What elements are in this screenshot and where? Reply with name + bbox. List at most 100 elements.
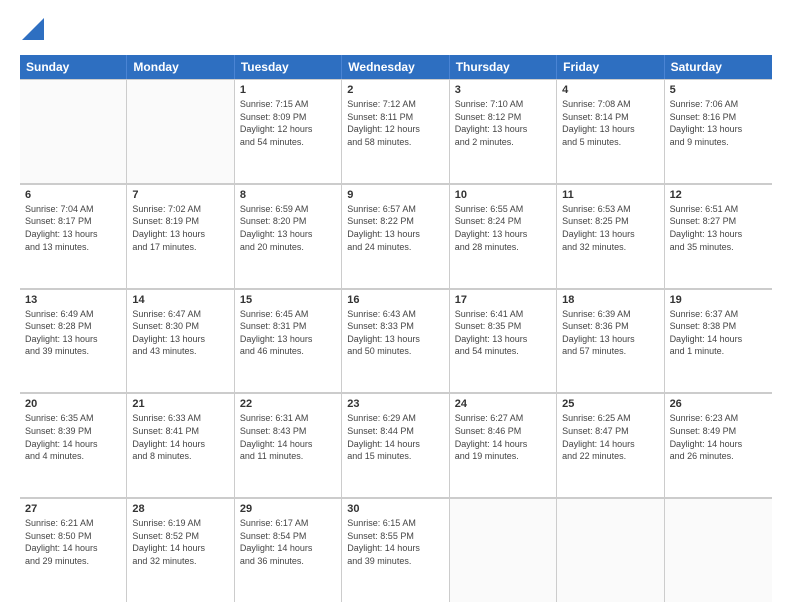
- day-number: 15: [240, 294, 336, 306]
- cal-cell: 29 Sunrise: 6:17 AM Sunset: 8:54 PM Dayli…: [235, 498, 342, 602]
- cal-cell: 9 Sunrise: 6:57 AM Sunset: 8:22 PM Daylig…: [342, 184, 449, 288]
- cal-header-sunday: Sunday: [20, 55, 127, 79]
- cell-info: Sunrise: 6:37 AM Sunset: 8:38 PM Dayligh…: [670, 308, 767, 358]
- cal-cell: 3 Sunrise: 7:10 AM Sunset: 8:12 PM Daylig…: [450, 79, 557, 183]
- cell-info: Sunrise: 6:49 AM Sunset: 8:28 PM Dayligh…: [25, 308, 121, 358]
- cal-cell: 5 Sunrise: 7:06 AM Sunset: 8:16 PM Daylig…: [665, 79, 772, 183]
- cell-info: Sunrise: 6:33 AM Sunset: 8:41 PM Dayligh…: [132, 412, 228, 462]
- cal-cell: [20, 79, 127, 183]
- cal-cell: 6 Sunrise: 7:04 AM Sunset: 8:17 PM Daylig…: [20, 184, 127, 288]
- calendar-header: SundayMondayTuesdayWednesdayThursdayFrid…: [20, 55, 772, 79]
- cell-info: Sunrise: 6:43 AM Sunset: 8:33 PM Dayligh…: [347, 308, 443, 358]
- day-number: 27: [25, 503, 121, 515]
- day-number: 28: [132, 503, 228, 515]
- day-number: 7: [132, 189, 228, 201]
- day-number: 24: [455, 398, 551, 410]
- cell-info: Sunrise: 6:41 AM Sunset: 8:35 PM Dayligh…: [455, 308, 551, 358]
- calendar-body: 1 Sunrise: 7:15 AM Sunset: 8:09 PM Daylig…: [20, 79, 772, 602]
- logo-icon: [22, 18, 44, 40]
- cal-cell: 19 Sunrise: 6:37 AM Sunset: 8:38 PM Dayli…: [665, 289, 772, 393]
- day-number: 19: [670, 294, 767, 306]
- cell-info: Sunrise: 6:15 AM Sunset: 8:55 PM Dayligh…: [347, 517, 443, 567]
- cell-info: Sunrise: 6:29 AM Sunset: 8:44 PM Dayligh…: [347, 412, 443, 462]
- cal-cell: 14Sunrise: 6:47 AM Sunset: 8:30 PM Dayli…: [127, 289, 234, 393]
- cal-cell: 7 Sunrise: 7:02 AM Sunset: 8:19 PM Daylig…: [127, 184, 234, 288]
- cal-header-monday: Monday: [127, 55, 234, 79]
- cal-cell: 8 Sunrise: 6:59 AM Sunset: 8:20 PM Daylig…: [235, 184, 342, 288]
- cal-cell: 16 Sunrise: 6:43 AM Sunset: 8:33 PM Dayli…: [342, 289, 449, 393]
- day-number: 3: [455, 84, 551, 96]
- cell-info: Sunrise: 6:31 AM Sunset: 8:43 PM Dayligh…: [240, 412, 336, 462]
- day-number: 29: [240, 503, 336, 515]
- cell-info: Sunrise: 6:59 AM Sunset: 8:20 PM Dayligh…: [240, 203, 336, 253]
- cell-info: Sunrise: 6:45 AM Sunset: 8:31 PM Dayligh…: [240, 308, 336, 358]
- cal-cell: [665, 498, 772, 602]
- cal-cell: 27 Sunrise: 6:21 AM Sunset: 8:50 PM Dayli…: [20, 498, 127, 602]
- cell-info: Sunrise: 6:57 AM Sunset: 8:22 PM Dayligh…: [347, 203, 443, 253]
- day-number: 21: [132, 398, 228, 410]
- cell-info: Sunrise: 7:06 AM Sunset: 8:16 PM Dayligh…: [670, 98, 767, 148]
- cal-cell: [450, 498, 557, 602]
- cal-cell: 13 Sunrise: 6:49 AM Sunset: 8:28 PM Dayli…: [20, 289, 127, 393]
- day-number: 6: [25, 189, 121, 201]
- cell-info: Sunrise: 7:08 AM Sunset: 8:14 PM Dayligh…: [562, 98, 658, 148]
- cell-info: Sunrise: 6:39 AM Sunset: 8:36 PM Dayligh…: [562, 308, 658, 358]
- cal-cell: 22 Sunrise: 6:31 AM Sunset: 8:43 PM Dayli…: [235, 393, 342, 497]
- day-number: 10: [455, 189, 551, 201]
- day-number: 30: [347, 503, 443, 515]
- cal-week-3: 13 Sunrise: 6:49 AM Sunset: 8:28 PM Dayli…: [20, 289, 772, 394]
- day-number: 22: [240, 398, 336, 410]
- cell-info: Sunrise: 6:53 AM Sunset: 8:25 PM Dayligh…: [562, 203, 658, 253]
- cal-header-wednesday: Wednesday: [342, 55, 449, 79]
- day-number: 8: [240, 189, 336, 201]
- cell-info: Sunrise: 6:47 AM Sunset: 8:30 PM Dayligh…: [132, 308, 228, 358]
- day-number: 12: [670, 189, 767, 201]
- page: SundayMondayTuesdayWednesdayThursdayFrid…: [0, 0, 792, 612]
- cal-cell: 21 Sunrise: 6:33 AM Sunset: 8:41 PM Dayli…: [127, 393, 234, 497]
- day-number: 9: [347, 189, 443, 201]
- cell-info: Sunrise: 6:55 AM Sunset: 8:24 PM Dayligh…: [455, 203, 551, 253]
- cal-header-saturday: Saturday: [665, 55, 772, 79]
- cal-cell: 17Sunrise: 6:41 AM Sunset: 8:35 PM Dayli…: [450, 289, 557, 393]
- cal-cell: 28 Sunrise: 6:19 AM Sunset: 8:52 PM Dayli…: [127, 498, 234, 602]
- cal-cell: 24 Sunrise: 6:27 AM Sunset: 8:46 PM Dayli…: [450, 393, 557, 497]
- cal-cell: 26Sunrise: 6:23 AM Sunset: 8:49 PM Dayli…: [665, 393, 772, 497]
- cell-info: Sunrise: 6:25 AM Sunset: 8:47 PM Dayligh…: [562, 412, 658, 462]
- day-number: 1: [240, 84, 336, 96]
- cal-cell: 23 Sunrise: 6:29 AM Sunset: 8:44 PM Dayli…: [342, 393, 449, 497]
- logo: [20, 18, 44, 45]
- day-number: 18: [562, 294, 658, 306]
- day-number: 5: [670, 84, 767, 96]
- cell-info: Sunrise: 6:19 AM Sunset: 8:52 PM Dayligh…: [132, 517, 228, 567]
- cell-info: Sunrise: 6:21 AM Sunset: 8:50 PM Dayligh…: [25, 517, 121, 567]
- cell-info: Sunrise: 7:04 AM Sunset: 8:17 PM Dayligh…: [25, 203, 121, 253]
- cal-cell: 11 Sunrise: 6:53 AM Sunset: 8:25 PM Dayli…: [557, 184, 664, 288]
- day-number: 23: [347, 398, 443, 410]
- day-number: 16: [347, 294, 443, 306]
- cal-week-2: 6 Sunrise: 7:04 AM Sunset: 8:17 PM Daylig…: [20, 184, 772, 289]
- day-number: 4: [562, 84, 658, 96]
- cell-info: Sunrise: 7:02 AM Sunset: 8:19 PM Dayligh…: [132, 203, 228, 253]
- cal-cell: 10 Sunrise: 6:55 AM Sunset: 8:24 PM Dayli…: [450, 184, 557, 288]
- cal-cell: [557, 498, 664, 602]
- cal-cell: 15 Sunrise: 6:45 AM Sunset: 8:31 PM Dayli…: [235, 289, 342, 393]
- day-number: 13: [25, 294, 121, 306]
- cal-cell: 12 Sunrise: 6:51 AM Sunset: 8:27 PM Dayli…: [665, 184, 772, 288]
- cell-info: Sunrise: 6:17 AM Sunset: 8:54 PM Dayligh…: [240, 517, 336, 567]
- cal-cell: 2Sunrise: 7:12 AM Sunset: 8:11 PM Daylig…: [342, 79, 449, 183]
- header: [20, 18, 772, 45]
- cal-cell: [127, 79, 234, 183]
- cal-header-friday: Friday: [557, 55, 664, 79]
- cell-info: Sunrise: 6:27 AM Sunset: 8:46 PM Dayligh…: [455, 412, 551, 462]
- day-number: 26: [670, 398, 767, 410]
- cell-info: Sunrise: 7:15 AM Sunset: 8:09 PM Dayligh…: [240, 98, 336, 148]
- cal-cell: 4 Sunrise: 7:08 AM Sunset: 8:14 PM Daylig…: [557, 79, 664, 183]
- day-number: 25: [562, 398, 658, 410]
- day-number: 20: [25, 398, 121, 410]
- cell-info: Sunrise: 6:51 AM Sunset: 8:27 PM Dayligh…: [670, 203, 767, 253]
- cell-info: Sunrise: 7:10 AM Sunset: 8:12 PM Dayligh…: [455, 98, 551, 148]
- day-number: 11: [562, 189, 658, 201]
- cal-cell: 30 Sunrise: 6:15 AM Sunset: 8:55 PM Dayli…: [342, 498, 449, 602]
- cal-week-1: 1 Sunrise: 7:15 AM Sunset: 8:09 PM Daylig…: [20, 79, 772, 184]
- calendar: SundayMondayTuesdayWednesdayThursdayFrid…: [20, 55, 772, 602]
